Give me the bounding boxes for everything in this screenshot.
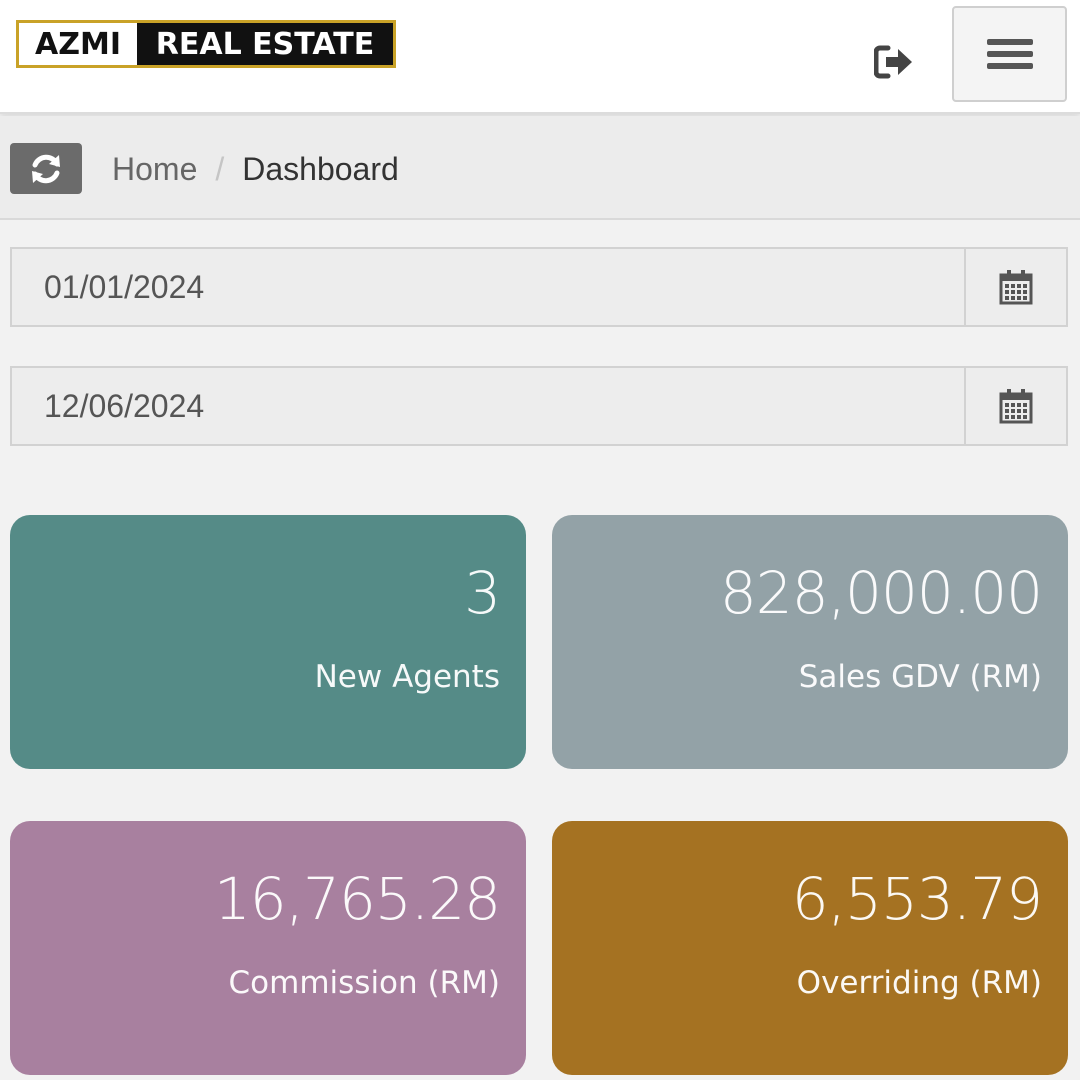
start-date-calendar-button[interactable]: [964, 249, 1066, 325]
breadcrumb-separator: /: [215, 150, 225, 187]
refresh-icon: [32, 154, 60, 183]
stat-value: 3: [464, 559, 501, 627]
stat-label: Commission (RM): [228, 965, 500, 1001]
stat-card-overriding[interactable]: 6,553.79 Overriding (RM): [552, 821, 1068, 1075]
end-date-group: [10, 366, 1068, 446]
refresh-button[interactable]: [10, 143, 82, 194]
breadcrumb: Home / Dashboard: [112, 146, 399, 192]
stat-label: Sales GDV (RM): [798, 659, 1042, 695]
stat-card-new-agents[interactable]: 3 New Agents: [10, 515, 526, 769]
stat-card-sales-gdv[interactable]: 828,000.00 Sales GDV (RM): [552, 515, 1068, 769]
stat-value: 16,765.28: [213, 865, 501, 933]
end-date-calendar-button[interactable]: [964, 368, 1066, 444]
sign-out-icon: [874, 45, 912, 79]
logo-text-real-estate: REAL ESTATE: [137, 23, 393, 65]
brand-logo[interactable]: AZMI REAL ESTATE: [16, 20, 396, 68]
calendar-icon: [999, 389, 1033, 424]
menu-toggle-button[interactable]: [952, 6, 1067, 102]
logout-button[interactable]: [872, 40, 916, 84]
start-date-input[interactable]: [12, 249, 964, 325]
breadcrumb-bar: Home / Dashboard: [0, 116, 1080, 220]
breadcrumb-current: Dashboard: [242, 150, 399, 187]
top-navbar: AZMI REAL ESTATE: [0, 0, 1080, 114]
breadcrumb-home[interactable]: Home: [112, 151, 197, 188]
end-date-input[interactable]: [12, 368, 964, 444]
hamburger-menu-icon: [986, 33, 1033, 75]
logo-text-azmi: AZMI: [19, 23, 137, 65]
calendar-icon: [999, 270, 1033, 305]
start-date-group: [10, 247, 1068, 327]
stat-label: New Agents: [314, 659, 500, 695]
stat-card-commission[interactable]: 16,765.28 Commission (RM): [10, 821, 526, 1075]
stat-value: 828,000.00: [719, 559, 1043, 627]
stat-label: Overriding (RM): [796, 965, 1042, 1001]
stat-value: 6,553.79: [791, 865, 1043, 933]
